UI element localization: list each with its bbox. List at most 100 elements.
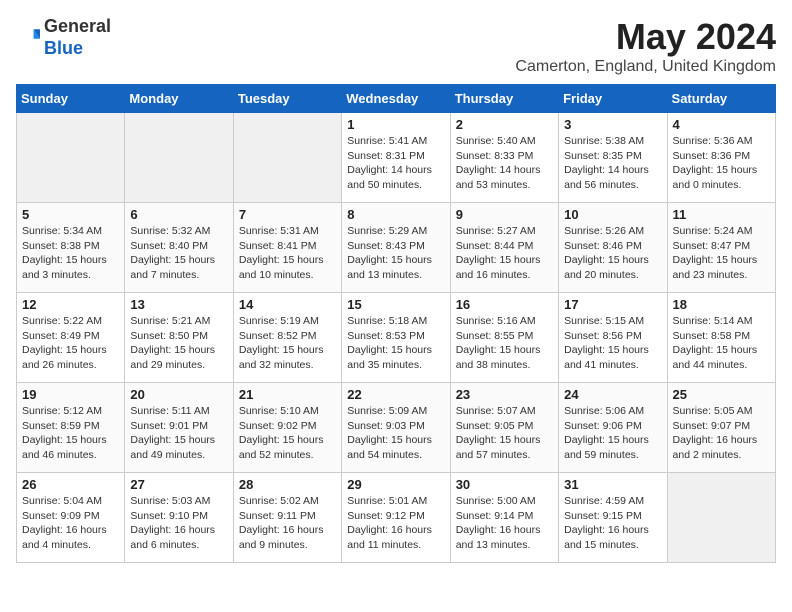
weekday-header: Friday xyxy=(559,85,667,113)
day-number: 16 xyxy=(456,297,553,312)
calendar-cell: 23 Sunrise: 5:07 AMSunset: 9:05 PMDayligh… xyxy=(450,383,558,473)
calendar-cell xyxy=(125,113,233,203)
day-number: 21 xyxy=(239,387,336,402)
calendar-cell: 29 Sunrise: 5:01 AMSunset: 9:12 PMDayligh… xyxy=(342,473,450,563)
calendar-cell: 7Sunrise: 5:31 AMSunset: 8:41 PMDaylight… xyxy=(233,203,341,293)
logo-blue-text: Blue xyxy=(44,38,83,58)
calendar-cell: 31 Sunrise: 4:59 AMSunset: 9:15 PMDayligh… xyxy=(559,473,667,563)
day-info: Sunrise: 5:32 AMSunset: 8:40 PMDaylight:… xyxy=(130,224,227,283)
day-info: Sunrise: 5:00 AMSunset: 9:14 PMDaylight:… xyxy=(456,494,553,553)
calendar-week-row: 1 Sunrise: 5:41 AMSunset: 8:31 PMDaylight… xyxy=(17,113,776,203)
day-info: Sunrise: 5:12 AMSunset: 8:59 PMDaylight:… xyxy=(22,404,119,463)
day-info: Sunrise: 5:24 AMSunset: 8:47 PMDaylight:… xyxy=(673,224,770,283)
weekday-header: Tuesday xyxy=(233,85,341,113)
calendar-cell xyxy=(667,473,775,563)
day-number: 2 xyxy=(456,117,553,132)
calendar-cell: 26Sunrise: 5:04 AMSunset: 9:09 PMDayligh… xyxy=(17,473,125,563)
calendar-cell: 28 Sunrise: 5:02 AMSunset: 9:11 PMDayligh… xyxy=(233,473,341,563)
logo: General Blue xyxy=(16,16,111,59)
day-info: Sunrise: 5:18 AMSunset: 8:53 PMDaylight:… xyxy=(347,314,444,373)
calendar-cell: 10 Sunrise: 5:26 AMSunset: 8:46 PMDayligh… xyxy=(559,203,667,293)
day-info: Sunrise: 5:40 AMSunset: 8:33 PMDaylight:… xyxy=(456,134,553,193)
calendar-cell xyxy=(233,113,341,203)
day-info: Sunrise: 5:10 AMSunset: 9:02 PMDaylight:… xyxy=(239,404,336,463)
calendar-cell: 11 Sunrise: 5:24 AMSunset: 8:47 PMDayligh… xyxy=(667,203,775,293)
day-info: Sunrise: 5:29 AMSunset: 8:43 PMDaylight:… xyxy=(347,224,444,283)
day-number: 18 xyxy=(673,297,770,312)
calendar-table: SundayMondayTuesdayWednesdayThursdayFrid… xyxy=(16,84,776,563)
calendar-cell: 15Sunrise: 5:18 AMSunset: 8:53 PMDayligh… xyxy=(342,293,450,383)
calendar-cell: 5Sunrise: 5:34 AMSunset: 8:38 PMDaylight… xyxy=(17,203,125,293)
day-info: Sunrise: 4:59 AMSunset: 9:15 PMDaylight:… xyxy=(564,494,661,553)
location: Camerton, England, United Kingdom xyxy=(515,58,776,76)
day-info: Sunrise: 5:27 AMSunset: 8:44 PMDaylight:… xyxy=(456,224,553,283)
day-number: 31 xyxy=(564,477,661,492)
weekday-header: Saturday xyxy=(667,85,775,113)
calendar-cell: 16 Sunrise: 5:16 AMSunset: 8:55 PMDayligh… xyxy=(450,293,558,383)
calendar-week-row: 12 Sunrise: 5:22 AMSunset: 8:49 PMDayligh… xyxy=(17,293,776,383)
day-number: 3 xyxy=(564,117,661,132)
day-info: Sunrise: 5:36 AMSunset: 8:36 PMDaylight:… xyxy=(673,134,770,193)
calendar-cell: 17 Sunrise: 5:15 AMSunset: 8:56 PMDayligh… xyxy=(559,293,667,383)
calendar-cell: 3 Sunrise: 5:38 AMSunset: 8:35 PMDaylight… xyxy=(559,113,667,203)
calendar-cell: 9 Sunrise: 5:27 AMSunset: 8:44 PMDaylight… xyxy=(450,203,558,293)
calendar-cell: 2 Sunrise: 5:40 AMSunset: 8:33 PMDaylight… xyxy=(450,113,558,203)
calendar-cell: 1 Sunrise: 5:41 AMSunset: 8:31 PMDaylight… xyxy=(342,113,450,203)
calendar-cell: 13 Sunrise: 5:21 AMSunset: 8:50 PMDayligh… xyxy=(125,293,233,383)
calendar-cell: 21 Sunrise: 5:10 AMSunset: 9:02 PMDayligh… xyxy=(233,383,341,473)
day-number: 10 xyxy=(564,207,661,222)
logo-icon xyxy=(16,26,40,50)
weekday-header: Monday xyxy=(125,85,233,113)
day-number: 11 xyxy=(673,207,770,222)
day-info: Sunrise: 5:41 AMSunset: 8:31 PMDaylight:… xyxy=(347,134,444,193)
day-info: Sunrise: 5:05 AMSunset: 9:07 PMDaylight:… xyxy=(673,404,770,463)
month-title: May 2024 xyxy=(515,16,776,58)
day-number: 19 xyxy=(22,387,119,402)
day-info: Sunrise: 5:01 AMSunset: 9:12 PMDaylight:… xyxy=(347,494,444,553)
calendar-cell: 30Sunrise: 5:00 AMSunset: 9:14 PMDayligh… xyxy=(450,473,558,563)
calendar-cell: 27Sunrise: 5:03 AMSunset: 9:10 PMDayligh… xyxy=(125,473,233,563)
day-info: Sunrise: 5:16 AMSunset: 8:55 PMDaylight:… xyxy=(456,314,553,373)
calendar-cell: 24 Sunrise: 5:06 AMSunset: 9:06 PMDayligh… xyxy=(559,383,667,473)
day-number: 9 xyxy=(456,207,553,222)
day-info: Sunrise: 5:02 AMSunset: 9:11 PMDaylight:… xyxy=(239,494,336,553)
calendar-cell: 18 Sunrise: 5:14 AMSunset: 8:58 PMDayligh… xyxy=(667,293,775,383)
day-number: 29 xyxy=(347,477,444,492)
day-info: Sunrise: 5:26 AMSunset: 8:46 PMDaylight:… xyxy=(564,224,661,283)
day-number: 7 xyxy=(239,207,336,222)
day-number: 1 xyxy=(347,117,444,132)
day-number: 12 xyxy=(22,297,119,312)
calendar-cell: 14Sunrise: 5:19 AMSunset: 8:52 PMDayligh… xyxy=(233,293,341,383)
calendar-cell: 12 Sunrise: 5:22 AMSunset: 8:49 PMDayligh… xyxy=(17,293,125,383)
day-info: Sunrise: 5:22 AMSunset: 8:49 PMDaylight:… xyxy=(22,314,119,373)
day-info: Sunrise: 5:15 AMSunset: 8:56 PMDaylight:… xyxy=(564,314,661,373)
day-info: Sunrise: 5:09 AMSunset: 9:03 PMDaylight:… xyxy=(347,404,444,463)
day-number: 28 xyxy=(239,477,336,492)
day-info: Sunrise: 5:14 AMSunset: 8:58 PMDaylight:… xyxy=(673,314,770,373)
day-number: 26 xyxy=(22,477,119,492)
day-number: 25 xyxy=(673,387,770,402)
calendar-week-row: 26Sunrise: 5:04 AMSunset: 9:09 PMDayligh… xyxy=(17,473,776,563)
day-number: 14 xyxy=(239,297,336,312)
day-number: 13 xyxy=(130,297,227,312)
day-info: Sunrise: 5:11 AMSunset: 9:01 PMDaylight:… xyxy=(130,404,227,463)
day-number: 20 xyxy=(130,387,227,402)
calendar-cell: 20 Sunrise: 5:11 AMSunset: 9:01 PMDayligh… xyxy=(125,383,233,473)
day-number: 6 xyxy=(130,207,227,222)
day-number: 17 xyxy=(564,297,661,312)
day-info: Sunrise: 5:21 AMSunset: 8:50 PMDaylight:… xyxy=(130,314,227,373)
calendar-week-row: 19 Sunrise: 5:12 AMSunset: 8:59 PMDayligh… xyxy=(17,383,776,473)
calendar-cell: 22 Sunrise: 5:09 AMSunset: 9:03 PMDayligh… xyxy=(342,383,450,473)
day-info: Sunrise: 5:34 AMSunset: 8:38 PMDaylight:… xyxy=(22,224,119,283)
day-info: Sunrise: 5:06 AMSunset: 9:06 PMDaylight:… xyxy=(564,404,661,463)
day-number: 23 xyxy=(456,387,553,402)
day-number: 22 xyxy=(347,387,444,402)
calendar-cell: 4 Sunrise: 5:36 AMSunset: 8:36 PMDaylight… xyxy=(667,113,775,203)
day-info: Sunrise: 5:03 AMSunset: 9:10 PMDaylight:… xyxy=(130,494,227,553)
day-number: 24 xyxy=(564,387,661,402)
day-info: Sunrise: 5:38 AMSunset: 8:35 PMDaylight:… xyxy=(564,134,661,193)
day-info: Sunrise: 5:07 AMSunset: 9:05 PMDaylight:… xyxy=(456,404,553,463)
day-number: 4 xyxy=(673,117,770,132)
weekday-header: Thursday xyxy=(450,85,558,113)
title-area: May 2024 Camerton, England, United Kingd… xyxy=(515,16,776,76)
